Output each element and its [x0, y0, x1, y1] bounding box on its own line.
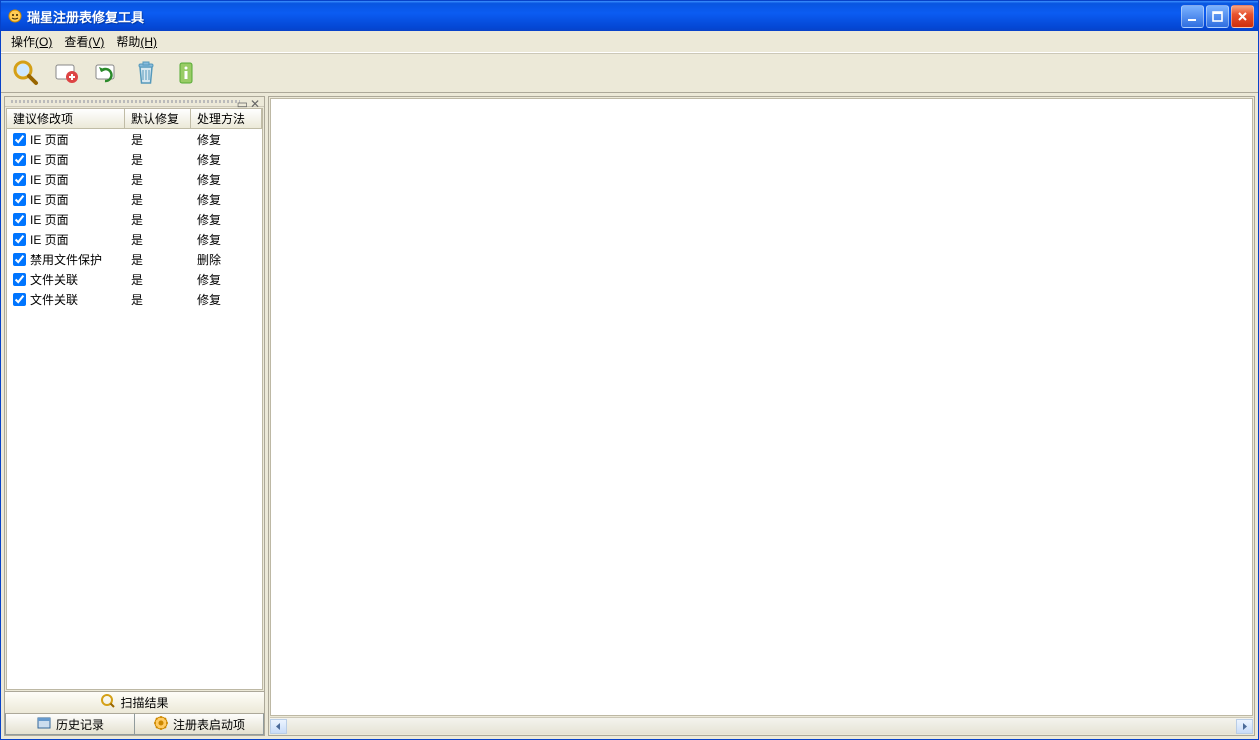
row-name: IE 页面	[30, 171, 69, 188]
list-row[interactable]: IE 页面 是修复	[7, 209, 262, 229]
row-action: 修复	[191, 191, 262, 208]
row-action: 修复	[191, 151, 262, 168]
scan-results-icon	[100, 693, 116, 712]
row-action: 修复	[191, 291, 262, 308]
restore-button[interactable]	[87, 55, 125, 91]
startup-icon	[153, 715, 169, 734]
row-default: 是	[125, 291, 191, 308]
row-default: 是	[125, 171, 191, 188]
close-button[interactable]	[1231, 5, 1254, 28]
row-action: 修复	[191, 211, 262, 228]
row-default: 是	[125, 131, 191, 148]
scroll-left-button[interactable]	[270, 719, 287, 734]
delete-button[interactable]	[127, 55, 165, 91]
list-row[interactable]: IE 页面 是修复	[7, 169, 262, 189]
window-controls	[1181, 5, 1254, 28]
app-window: 瑞星注册表修复工具 操作(O) 查看(V) 帮助(H)	[0, 0, 1259, 740]
row-name: 文件关联	[30, 271, 78, 288]
minimize-button[interactable]	[1181, 5, 1204, 28]
row-default: 是	[125, 271, 191, 288]
row-checkbox[interactable]	[13, 213, 26, 226]
row-checkbox[interactable]	[13, 273, 26, 286]
row-checkbox[interactable]	[13, 193, 26, 206]
row-checkbox[interactable]	[13, 173, 26, 186]
scroll-right-button[interactable]	[1236, 719, 1253, 734]
list-row[interactable]: IE 页面 是修复	[7, 229, 262, 249]
column-suggest[interactable]: 建议修改项	[7, 109, 125, 128]
tab-scan-results[interactable]: 扫描结果	[5, 691, 264, 713]
row-name: 禁用文件保护	[30, 251, 102, 268]
row-action: 修复	[191, 271, 262, 288]
window-title: 瑞星注册表修复工具	[27, 7, 1181, 26]
row-name: IE 页面	[30, 191, 69, 208]
row-default: 是	[125, 251, 191, 268]
list-row[interactable]: IE 页面 是修复	[7, 149, 262, 169]
maximize-button[interactable]	[1206, 5, 1229, 28]
list-row[interactable]: IE 页面 是修复	[7, 129, 262, 149]
row-default: 是	[125, 191, 191, 208]
panel-pin-icon[interactable]: ▭	[237, 97, 248, 111]
panel-grip[interactable]: ▭ ✕	[5, 97, 264, 107]
scan-results-list: 建议修改项 默认修复 处理方法 IE 页面是修复 IE 页面是修复 IE 页面是…	[6, 108, 263, 690]
row-checkbox[interactable]	[13, 153, 26, 166]
row-checkbox[interactable]	[13, 293, 26, 306]
row-action: 修复	[191, 231, 262, 248]
tab-row: 历史记录 注册表启动项	[5, 713, 264, 735]
tab-startup[interactable]: 注册表启动项	[135, 713, 264, 735]
column-default[interactable]: 默认修复	[125, 109, 191, 128]
menubar: 操作(O) 查看(V) 帮助(H)	[1, 31, 1258, 53]
row-default: 是	[125, 151, 191, 168]
row-action: 修复	[191, 171, 262, 188]
scan-button[interactable]	[7, 55, 45, 91]
list-row[interactable]: 文件关联 是修复	[7, 289, 262, 309]
client-area: ▭ ✕ 建议修改项 默认修复 处理方法 IE 页面是修复 IE 页面是修复 IE…	[1, 93, 1258, 739]
list-row[interactable]: 文件关联 是修复	[7, 269, 262, 289]
list-row[interactable]: IE 页面 是修复	[7, 189, 262, 209]
list-header: 建议修改项 默认修复 处理方法	[7, 109, 262, 129]
row-default: 是	[125, 231, 191, 248]
right-panel	[268, 96, 1255, 736]
info-button[interactable]	[167, 55, 205, 91]
panel-close-icon[interactable]: ✕	[250, 97, 260, 111]
titlebar[interactable]: 瑞星注册表修复工具	[1, 1, 1258, 31]
menu-help[interactable]: 帮助(H)	[110, 31, 163, 52]
row-action: 删除	[191, 251, 262, 268]
toolbar	[1, 53, 1258, 93]
row-name: IE 页面	[30, 211, 69, 228]
row-name: 文件关联	[30, 291, 78, 308]
repair-button[interactable]	[47, 55, 85, 91]
history-icon	[36, 715, 52, 734]
row-checkbox[interactable]	[13, 233, 26, 246]
list-body[interactable]: IE 页面是修复 IE 页面是修复 IE 页面是修复 IE 页面是修复 IE 页…	[7, 129, 262, 689]
app-icon	[7, 8, 23, 24]
horizontal-scrollbar[interactable]	[270, 717, 1253, 734]
row-name: IE 页面	[30, 131, 69, 148]
row-action: 修复	[191, 131, 262, 148]
row-default: 是	[125, 211, 191, 228]
tab-history[interactable]: 历史记录	[5, 713, 135, 735]
menu-operation[interactable]: 操作(O)	[5, 31, 58, 52]
row-name: IE 页面	[30, 151, 69, 168]
menu-view[interactable]: 查看(V)	[58, 31, 110, 52]
row-name: IE 页面	[30, 231, 69, 248]
detail-view[interactable]	[270, 98, 1253, 716]
row-checkbox[interactable]	[13, 133, 26, 146]
left-panel: ▭ ✕ 建议修改项 默认修复 处理方法 IE 页面是修复 IE 页面是修复 IE…	[4, 96, 265, 736]
list-row[interactable]: 禁用文件保护 是删除	[7, 249, 262, 269]
row-checkbox[interactable]	[13, 253, 26, 266]
column-action[interactable]: 处理方法	[191, 109, 262, 128]
